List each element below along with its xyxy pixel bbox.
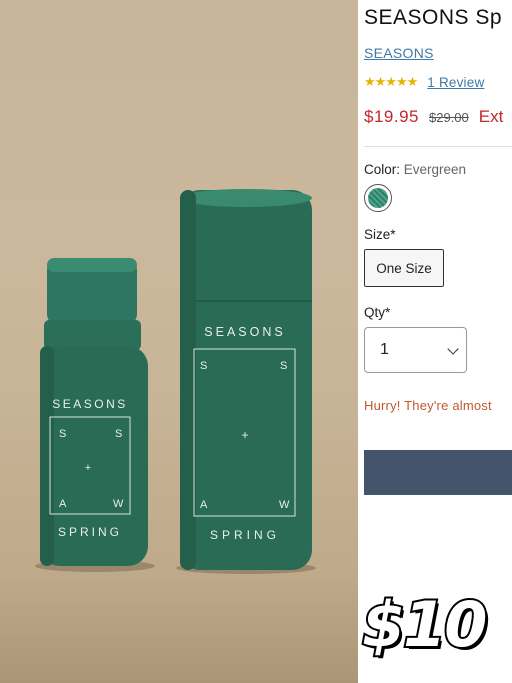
rating-row: ★★★★★ 1 Review	[364, 74, 484, 90]
tube-brand-text: SEASONS	[204, 325, 285, 339]
divider	[364, 146, 512, 147]
quantity-select[interactable]: 1	[364, 327, 467, 373]
brand-link[interactable]: SEASONS	[364, 45, 434, 61]
swatch-fill	[368, 188, 388, 208]
quantity-value: 1	[380, 341, 389, 358]
color-swatch-evergreen[interactable]	[364, 184, 392, 212]
dropper-letter-w: W	[113, 498, 124, 510]
tube-plus: +	[241, 428, 248, 442]
size-option-button[interactable]: One Size	[364, 249, 444, 287]
quantity-label: Qty*	[364, 305, 391, 320]
dropper-plus: +	[85, 462, 91, 474]
tube-letter-s1: S	[200, 360, 207, 372]
dropper-scent-text: SPRING	[58, 525, 122, 539]
size-label: Size*	[364, 227, 396, 242]
stock-message: Hurry! They're almost	[364, 398, 492, 413]
tube-letter-w: W	[279, 499, 290, 511]
promo-text: Ext	[478, 107, 504, 126]
tube-letter-s2: S	[280, 360, 287, 372]
product-photo: SEASONS S S + A W SPRING SEASONS S S + A…	[0, 0, 358, 683]
sale-price: $19.95	[364, 107, 419, 126]
tube-letter-a: A	[200, 499, 208, 511]
cardboard-tube: SEASONS S S + A W SPRING	[180, 189, 312, 570]
dropper-letter-a: A	[59, 498, 67, 510]
product-details-panel: SEASONS Sp SEASONS ★★★★★ 1 Review $19.95…	[358, 0, 512, 683]
color-label: Color: Evergreen	[364, 162, 466, 177]
chevron-down-icon	[447, 343, 459, 355]
product-title: SEASONS Sp	[364, 6, 503, 29]
price-row: $19.95 $29.00 Ext	[364, 107, 503, 127]
original-price: $29.00	[429, 110, 469, 125]
price-sticker: $10	[360, 586, 489, 663]
add-to-bag-button[interactable]	[364, 450, 512, 495]
color-value: Evergreen	[403, 162, 467, 177]
tube-scent-text: SPRING	[210, 528, 280, 542]
dropper-brand-text: SEASONS	[52, 397, 128, 411]
reviews-link[interactable]: 1 Review	[427, 75, 484, 90]
color-label-text: Color:	[364, 162, 401, 177]
product-illustration: SEASONS S S + A W SPRING SEASONS S S + A…	[35, 189, 316, 574]
star-rating-icon: ★★★★★	[364, 74, 418, 89]
dropper-letter-s1: S	[59, 428, 66, 440]
dropper-bottle: SEASONS S S + A W SPRING	[40, 258, 148, 566]
dropper-letter-s2: S	[115, 428, 122, 440]
